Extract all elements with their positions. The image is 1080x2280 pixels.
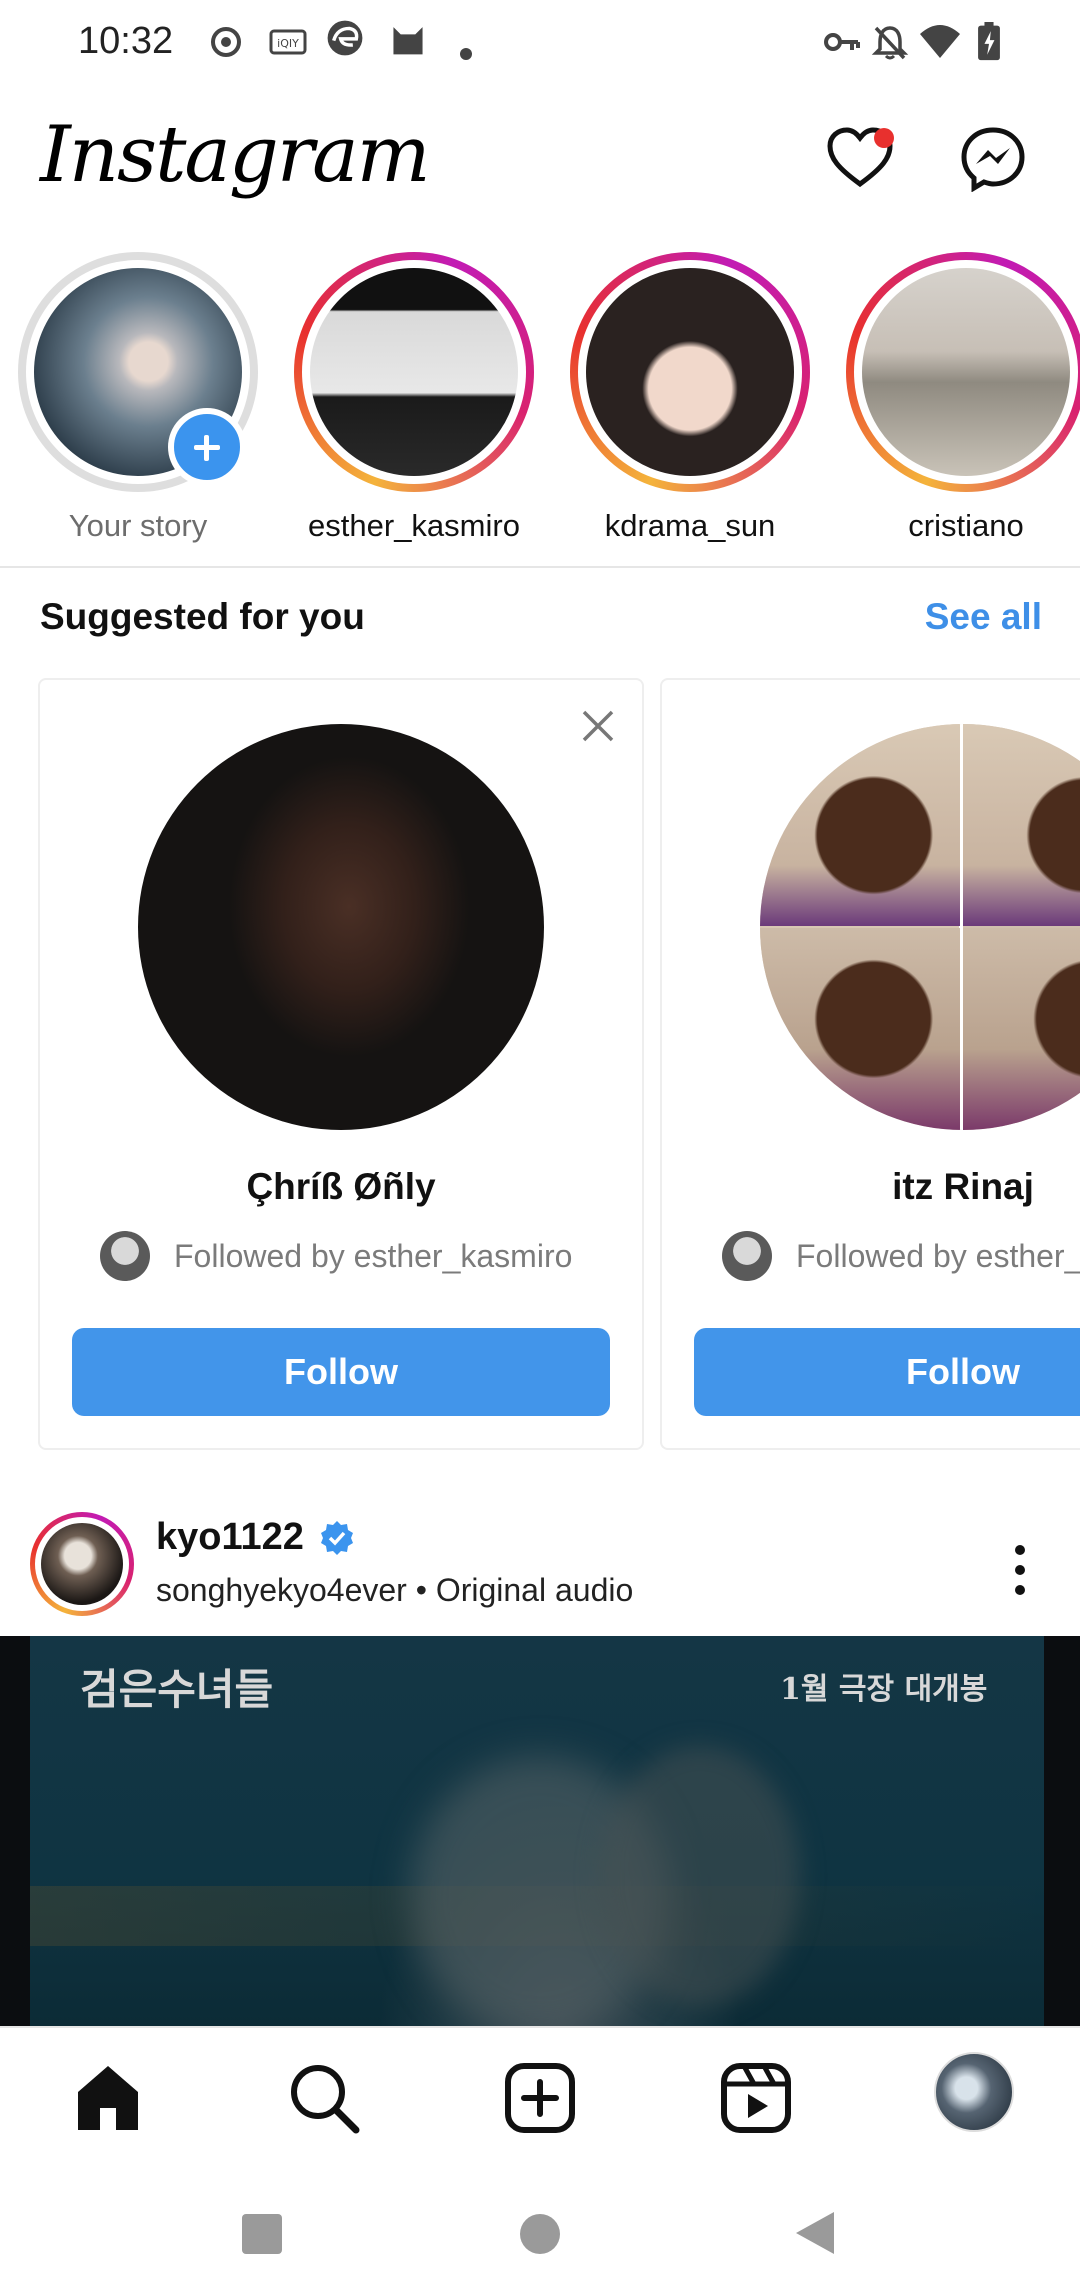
vpn-key-icon — [824, 33, 860, 51]
more-options-icon[interactable] — [1000, 1540, 1040, 1600]
messenger-icon[interactable] — [960, 126, 1026, 192]
status-time: 10:32 — [78, 20, 174, 62]
post-author[interactable]: kyo1122 — [156, 1516, 356, 1559]
suggestion-avatar[interactable] — [138, 724, 544, 1130]
recents-icon[interactable] — [240, 2212, 284, 2256]
post-author-avatar[interactable] — [30, 1512, 134, 1616]
home-system-icon[interactable] — [518, 2212, 562, 2256]
followed-by-text: Followed by esther_kasmiro — [174, 1237, 573, 1274]
iqiyi-icon: iQIY — [269, 29, 307, 55]
suggested-title: Suggested for you — [40, 596, 365, 637]
dismiss-suggestion-icon[interactable] — [578, 706, 618, 746]
story-avatar — [586, 268, 794, 476]
mutual-avatar — [722, 1231, 772, 1281]
story-name: Your story — [68, 508, 208, 543]
story-name: cristiano — [908, 508, 1024, 543]
svg-text:iQIY: iQIY — [277, 37, 299, 50]
instagram-logo[interactable]: Instagram — [40, 110, 431, 200]
post-media[interactable]: 검은수녀들 1월 극장 대개봉 — [0, 1636, 1080, 2026]
followed-by-text: Followed by esther_kasmiro — [796, 1237, 1080, 1274]
back-icon[interactable] — [792, 2208, 838, 2258]
story-cristiano[interactable]: cristiano — [846, 252, 1080, 552]
follow-button[interactable]: Follow — [694, 1328, 1080, 1416]
story-ring — [294, 252, 534, 492]
status-bar: 10:32 iQIY — [0, 0, 1080, 88]
edge-browser-icon — [327, 20, 363, 56]
story-ring — [570, 252, 810, 492]
stories-divider — [0, 566, 1080, 568]
reels-icon[interactable] — [718, 2060, 794, 2136]
create-post-icon[interactable] — [502, 2060, 578, 2136]
bottom-nav — [0, 2026, 1080, 2172]
story-ring — [846, 252, 1080, 492]
story-kdrama-sun[interactable]: kdrama_sun — [570, 252, 810, 552]
silent-bell-icon — [871, 26, 909, 60]
follow-button[interactable]: Follow — [72, 1328, 610, 1416]
suggestion-card: itz Rinaj Followed by esther_kasmiro Fol… — [660, 678, 1080, 1450]
home-icon[interactable] — [70, 2060, 146, 2136]
story-avatar — [862, 268, 1070, 476]
mutual-avatar — [100, 1231, 150, 1281]
post-username[interactable]: kyo1122 — [156, 1516, 304, 1559]
dot-icon — [460, 48, 472, 60]
search-icon[interactable] — [286, 2060, 362, 2136]
suggestion-name[interactable]: itz Rinaj — [662, 1166, 1080, 1208]
story-your-story[interactable]: Your story — [18, 252, 258, 552]
suggestion-card: Çhríß Øñly Followed by esther_kasmiro Fo… — [38, 678, 644, 1450]
add-story-icon[interactable] — [168, 408, 246, 486]
post-audio-subtitle[interactable]: songhyekyo4ever • Original audio — [156, 1572, 633, 1609]
verified-badge-icon — [320, 1520, 353, 1555]
see-all-link[interactable]: See all — [925, 596, 1042, 638]
notification-dot — [874, 128, 894, 148]
story-name: kdrama_sun — [604, 508, 776, 543]
suggestion-name[interactable]: Çhríß Øñly — [40, 1166, 642, 1208]
system-navigation-bar — [0, 2170, 1080, 2280]
battery-charging-icon — [978, 22, 1000, 61]
followed-by: Followed by esther_kasmiro — [100, 1230, 572, 1282]
suggestion-avatar[interactable] — [760, 724, 1080, 1130]
story-avatar — [310, 268, 518, 476]
cat-app-icon — [393, 27, 423, 55]
story-name: esther_kasmiro — [308, 508, 520, 543]
wifi-icon — [920, 25, 960, 58]
media-tagline-text: 1월 극장 대개봉 — [780, 1672, 988, 1707]
story-esther-kasmiro[interactable]: esther_kasmiro — [294, 252, 534, 552]
followed-by: Followed by esther_kasmiro — [722, 1230, 1080, 1282]
record-icon — [211, 27, 241, 57]
media-title-text: 검은수녀들 — [80, 1665, 274, 1714]
profile-avatar-tab[interactable] — [934, 2052, 1014, 2132]
